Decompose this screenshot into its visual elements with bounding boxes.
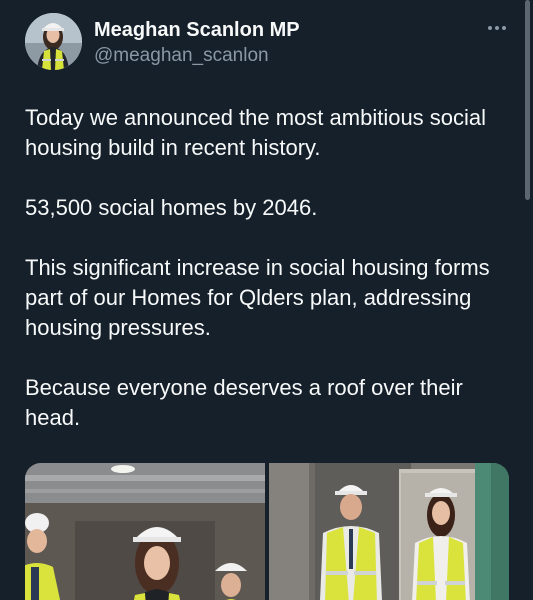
tweet-text: Today we announced the most ambitious so…: [25, 103, 515, 463]
author-name[interactable]: Meaghan Scanlon MP: [94, 18, 300, 42]
media-photo-hard-hats[interactable]: [269, 463, 509, 600]
author-handle[interactable]: @meaghan_scanlon: [94, 44, 269, 68]
media-photo-construction-site[interactable]: [25, 463, 265, 600]
more-button[interactable]: [482, 16, 512, 40]
tweet-paragraph: This significant increase in social hous…: [25, 255, 490, 340]
media-grid: [25, 463, 509, 600]
tweet: Meaghan Scanlon MP @meaghan_scanlon Toda…: [0, 0, 533, 600]
tweet-paragraph: Today we announced the most ambitious so…: [25, 105, 487, 160]
scrollbar[interactable]: [525, 0, 530, 200]
avatar[interactable]: [25, 13, 82, 70]
tweet-paragraph: Because everyone deserves a roof over th…: [25, 375, 463, 430]
more-horizontal-icon: [482, 16, 512, 40]
tweet-paragraph: 53,500 social homes by 2046.: [25, 195, 318, 220]
